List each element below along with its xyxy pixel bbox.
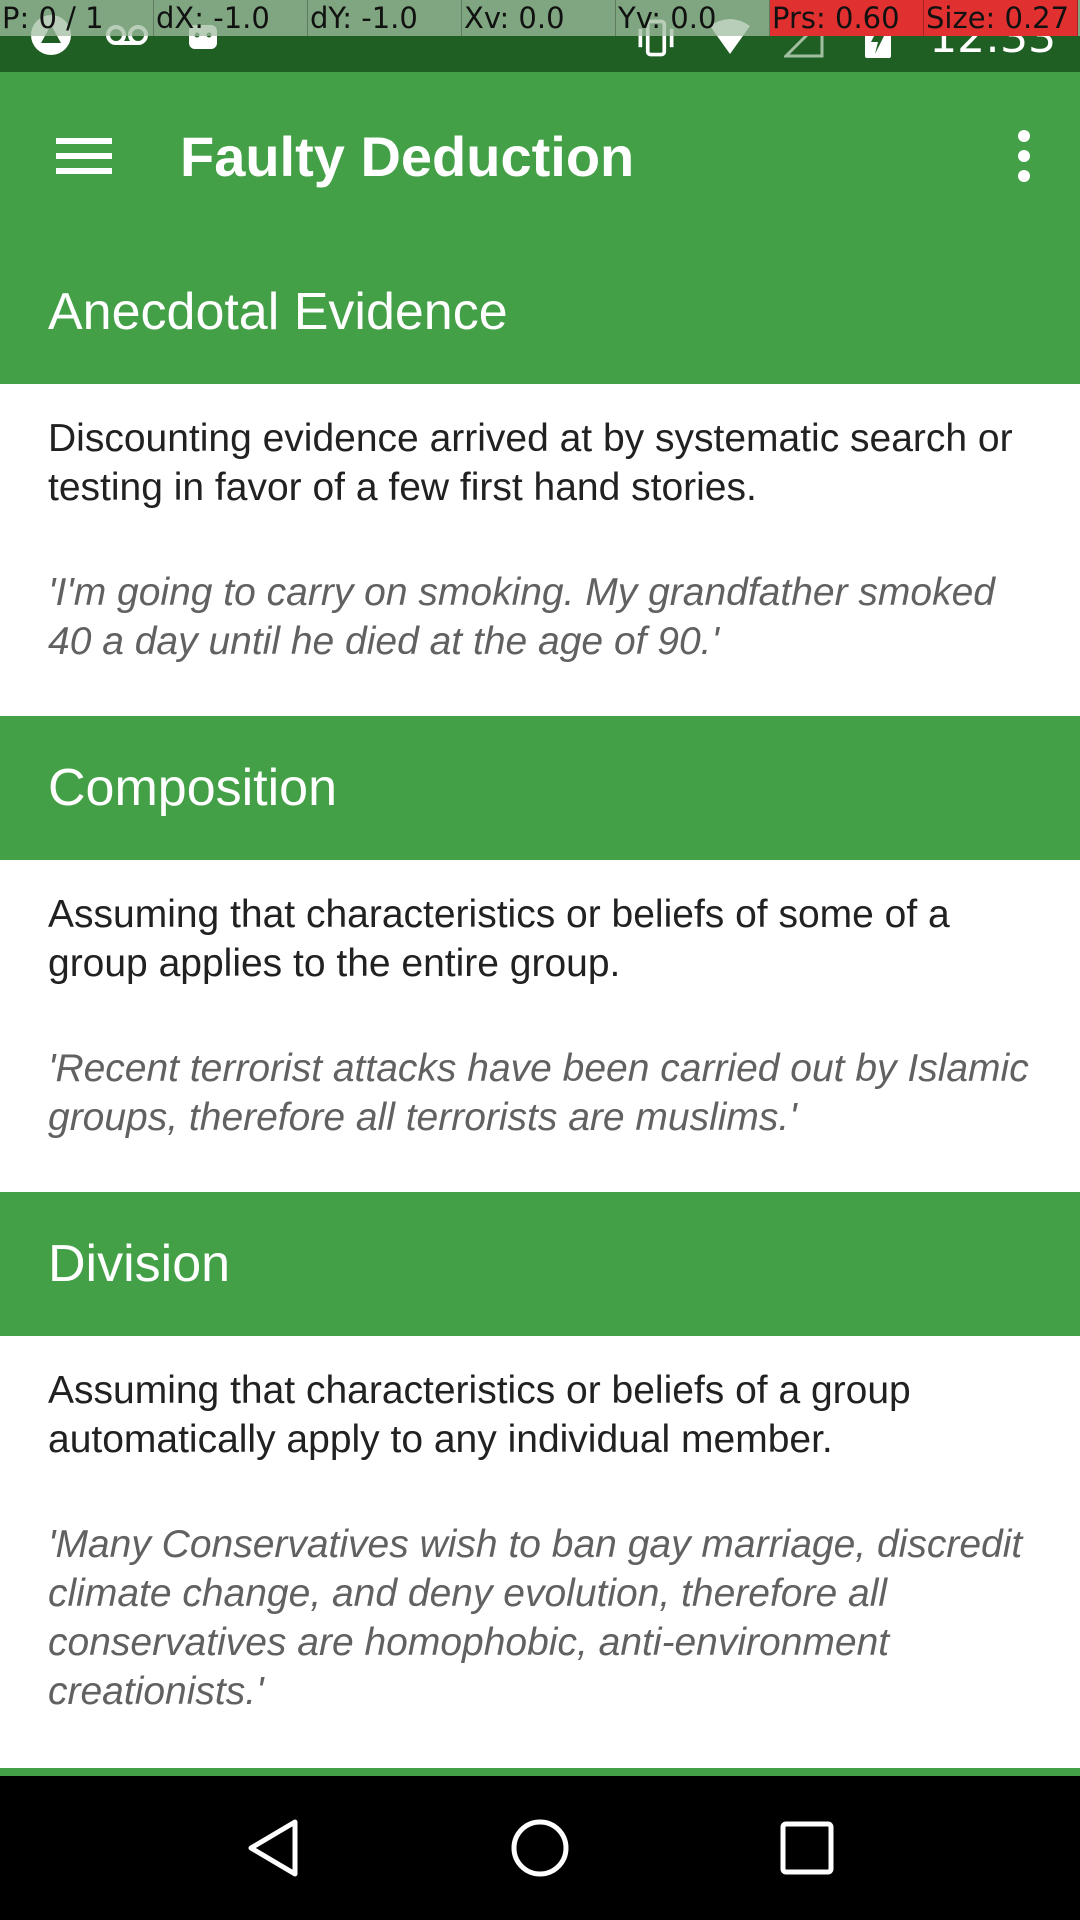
home-button[interactable] <box>480 1788 600 1908</box>
system-navigation-bar <box>0 1776 1080 1920</box>
app-bar: Faulty Deduction <box>0 72 1080 240</box>
fallacy-body: Assuming that characteristics or beliefs… <box>0 860 1080 1192</box>
fallacy-header[interactable]: Anecdotal Evidence <box>0 240 1080 384</box>
home-circle-icon <box>511 1819 569 1877</box>
fallacy-description: Assuming that characteristics or beliefs… <box>48 1369 911 1461</box>
navigation-menu-button[interactable] <box>40 116 128 196</box>
overflow-menu-button[interactable] <box>992 116 1056 196</box>
status-bar: 12:33 P: 0 / 1 dX: -1.0 dY: -1.0 Xv: 0.0… <box>0 0 1080 72</box>
back-button[interactable] <box>213 1788 333 1908</box>
fallacy-description: Discounting evidence arrived at by syste… <box>48 417 1013 509</box>
fallacy-body: Discounting evidence arrived at by syste… <box>0 384 1080 716</box>
fallacy-header[interactable]: Division <box>0 1192 1080 1336</box>
debug-xv: Xv: 0.0 <box>462 0 616 36</box>
more-vert-icon <box>1018 130 1030 182</box>
debug-dy: dY: -1.0 <box>308 0 462 36</box>
fallacy-header[interactable]: Composition <box>0 716 1080 860</box>
debug-yv: Yv: 0.0 <box>616 0 770 36</box>
recents-square-icon <box>780 1821 834 1875</box>
pointer-debug-overlay: P: 0 / 1 dX: -1.0 dY: -1.0 Xv: 0.0 Yv: 0… <box>0 0 1080 36</box>
debug-dx: dX: -1.0 <box>154 0 308 36</box>
page-title: Faulty Deduction <box>180 125 635 188</box>
debug-size: Size: 0.27 <box>924 0 1078 36</box>
fallacy-header-next[interactable] <box>0 1768 1080 1776</box>
debug-pointer: P: 0 / 1 <box>0 0 154 36</box>
debug-pressure: Prs: 0.60 <box>770 0 924 36</box>
back-triangle-icon <box>248 1819 298 1877</box>
hamburger-menu-icon <box>56 138 112 174</box>
fallacy-body: Assuming that characteristics or beliefs… <box>0 1336 1080 1768</box>
fallacy-example: 'I'm going to carry on smoking. My grand… <box>48 571 995 663</box>
recents-button[interactable] <box>747 1788 867 1908</box>
fallacy-example: 'Recent terrorist attacks have been carr… <box>48 1047 1029 1139</box>
fallacy-example: 'Many Conservatives wish to ban gay marr… <box>48 1523 1023 1713</box>
fallacy-list[interactable]: Anecdotal Evidence Discounting evidence … <box>0 240 1080 1776</box>
fallacy-description: Assuming that characteristics or beliefs… <box>48 893 950 985</box>
